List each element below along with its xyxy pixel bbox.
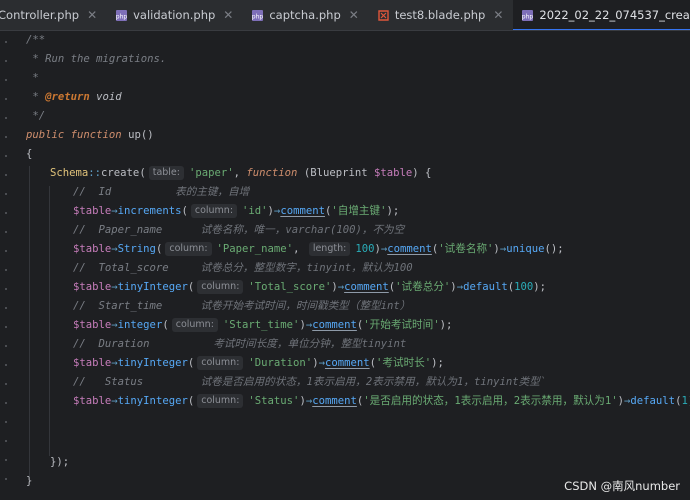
gutter-marker [5, 402, 7, 404]
gutter-marker [5, 79, 7, 81]
tab-label: test8.blade.php [394, 8, 486, 22]
tab-label: Controller.php [0, 8, 80, 22]
gutter-marker [5, 345, 7, 347]
gutter-marker [5, 269, 7, 271]
php-file-icon: php [521, 9, 534, 22]
gutter-marker [5, 60, 7, 62]
parameter-hint: table: [148, 166, 184, 180]
gutter-marker [5, 193, 7, 195]
tab-controller[interactable]: Controller.php ✕ [0, 0, 107, 30]
gutter-marker [5, 98, 7, 100]
code-line: Schema::create(table:'paper', function (… [50, 166, 432, 180]
close-icon[interactable]: ✕ [493, 8, 503, 22]
parameter-hint: column: [171, 318, 218, 332]
code-line: // Status 试卷是否启用的状态，1表示启用，2表示禁用，默认为1，tin… [73, 376, 547, 388]
code-line: // Id 表的主键，自增 [73, 186, 250, 198]
gutter-marker [5, 383, 7, 385]
code-line: * [26, 72, 39, 84]
code-line: $table→tinyInteger(column: 'Status')→comm… [73, 394, 690, 408]
code-line: public function up() [26, 129, 154, 141]
gutter-marker [5, 212, 7, 214]
gutter-marker [5, 288, 7, 290]
close-icon[interactable]: ✕ [349, 8, 359, 22]
gutter-marker [5, 478, 7, 480]
code-line: { [26, 148, 33, 160]
tab-label: 2022_02_22_074537_create_paper_table.php [539, 8, 690, 22]
gutter-marker [5, 250, 7, 252]
indent-guide [29, 166, 30, 476]
close-icon[interactable]: ✕ [87, 8, 97, 22]
tab-test8-blade[interactable]: test8.blade.php ✕ [369, 0, 514, 30]
svg-text:php: php [116, 13, 128, 20]
gutter-marker [5, 155, 7, 157]
code-line: }); [50, 456, 70, 468]
code-line: $table→integer(column: 'Start_time')→comm… [73, 318, 453, 332]
code-line: $table→increments(column:'id')→comment('… [73, 204, 400, 218]
code-line: $table→String(column: 'Paper_name', lengt… [73, 242, 564, 256]
gutter-marker [5, 421, 7, 423]
parameter-hint: column: [197, 356, 244, 370]
parameter-hint: column: [165, 242, 212, 256]
parameter-hint: length: [308, 242, 351, 256]
csdn-watermark: CSDN @南风number [564, 479, 680, 493]
gutter-marker [5, 326, 7, 328]
php-file-icon: php [115, 9, 128, 22]
tab-create-paper-table[interactable]: php 2022_02_22_074537_create_paper_table… [513, 0, 690, 30]
code-line: $table→tinyInteger(column: 'Duration')→co… [73, 356, 444, 370]
close-icon[interactable]: ✕ [223, 8, 233, 22]
gutter-marker [5, 117, 7, 119]
code-line: * Run the migrations. [26, 53, 167, 65]
gutter-marker [5, 440, 7, 442]
svg-text:php: php [252, 13, 264, 20]
tab-label: captcha.php [269, 8, 341, 22]
tab-captcha[interactable]: php captcha.php ✕ [243, 0, 368, 30]
gutter-marker [5, 41, 7, 43]
code-line: /** [26, 34, 46, 46]
code-editor[interactable]: /** * Run the migrations. * * @return vo… [0, 31, 690, 500]
code-line: * @return void [26, 91, 122, 103]
tab-label: validation.php [133, 8, 216, 22]
code-line: */ [26, 110, 46, 122]
svg-text:php: php [522, 13, 534, 20]
code-line: $table→tinyInteger(column: 'Total_score')… [73, 280, 547, 294]
gutter-marker [5, 307, 7, 309]
editor-tab-bar: Controller.php ✕ php validation.php ✕ ph… [0, 0, 690, 31]
parameter-hint: column: [197, 394, 244, 408]
gutter-marker [5, 136, 7, 138]
blade-file-icon [377, 9, 390, 22]
parameter-hint: column: [197, 280, 244, 294]
gutter-marker [5, 231, 7, 233]
code-line: // Duration 考试时间长度，单位分钟，整型tinyint [73, 338, 407, 350]
gutter-marker [5, 174, 7, 176]
gutter-marker [5, 364, 7, 366]
indent-guide [49, 186, 50, 456]
parameter-hint: column: [190, 204, 238, 218]
code-line: } [26, 475, 33, 487]
tab-validation[interactable]: php validation.php ✕ [107, 0, 243, 30]
gutter-marker [5, 459, 7, 461]
code-line: // Start_time 试卷开始考试时间，时间戳类型（整型int） [73, 300, 411, 312]
php-file-icon: php [251, 9, 264, 22]
code-line: // Total_score 试卷总分，整型数字，tinyint，默认为100 [73, 262, 413, 274]
code-line: // Paper_name 试卷名称，唯一，varchar(100)，不为空 [73, 224, 405, 236]
